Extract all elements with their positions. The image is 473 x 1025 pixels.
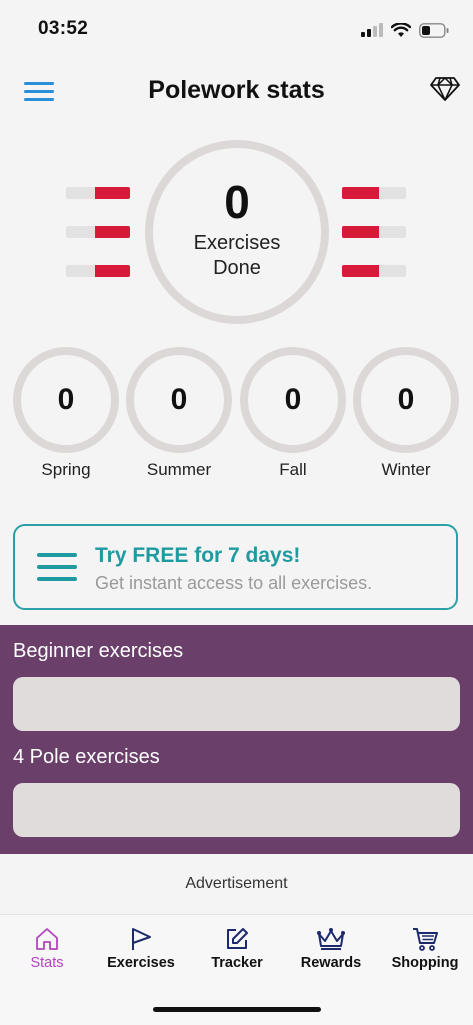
free-trial-subtitle: Get instant access to all exercises. — [95, 573, 373, 593]
total-exercises-value: 0 — [224, 176, 250, 228]
edit-icon — [227, 928, 248, 949]
free-trial-title: Try FREE for 7 days! — [95, 544, 301, 567]
pole-decoration — [66, 265, 130, 277]
season-label: Spring — [41, 460, 91, 479]
status-time: 03:52 — [38, 18, 89, 39]
tab-stats[interactable]: Stats — [2, 926, 92, 971]
season-winter: 0 Winter — [353, 347, 459, 479]
season-spring: 0 Spring — [13, 347, 119, 479]
total-exercises-label: Exercises Done — [193, 232, 281, 279]
season-label: Summer — [146, 460, 212, 479]
tab-label: Rewards — [300, 955, 362, 971]
pole-decoration — [66, 226, 130, 238]
tab-rewards[interactable]: Rewards — [286, 926, 376, 971]
tab-label: Tracker — [211, 955, 263, 971]
crown-icon — [317, 928, 345, 950]
pole-decoration — [342, 226, 406, 238]
tab-label: Stats — [30, 955, 64, 971]
free-trial-banner[interactable]: Try FREE for 7 days! Get instant access … — [13, 524, 458, 610]
section-title-beginner: Beginner exercises — [13, 640, 184, 662]
diamond-icon — [430, 77, 460, 101]
beginner-exercises-card[interactable] — [13, 677, 460, 731]
section-title-4-pole: 4 Pole exercises — [13, 746, 160, 768]
pole-decoration — [342, 265, 406, 277]
status-icons — [361, 20, 449, 40]
signal-icon — [361, 23, 383, 37]
flag-icon — [132, 928, 151, 950]
home-icon — [36, 928, 58, 950]
home-indicator — [153, 1007, 321, 1012]
list-icon — [37, 553, 77, 581]
pole-decoration — [66, 187, 130, 199]
season-value: 0 — [13, 347, 119, 453]
season-value: 0 — [353, 347, 459, 453]
tab-exercises[interactable]: Exercises — [96, 926, 186, 971]
premium-button[interactable] — [429, 76, 461, 104]
tab-label: Shopping — [391, 955, 459, 971]
season-fall: 0 Fall — [240, 347, 346, 479]
tab-tracker[interactable]: Tracker — [192, 926, 282, 971]
season-label: Fall — [279, 460, 307, 479]
battery-icon — [419, 22, 449, 38]
season-label: Winter — [381, 460, 431, 479]
total-exercises-circle: 0 Exercises Done — [145, 140, 329, 324]
wifi-icon — [391, 22, 411, 37]
pole-decoration — [342, 187, 406, 199]
advertisement-label: Advertisement — [185, 875, 288, 892]
tab-label: Exercises — [107, 955, 175, 971]
season-value: 0 — [126, 347, 232, 453]
cart-icon — [413, 928, 438, 951]
4-pole-exercises-card[interactable] — [13, 783, 460, 837]
page-title: Polework stats — [148, 76, 325, 104]
season-summer: 0 Summer — [126, 347, 232, 479]
tab-shopping[interactable]: Shopping — [380, 926, 470, 971]
season-value: 0 — [240, 347, 346, 453]
